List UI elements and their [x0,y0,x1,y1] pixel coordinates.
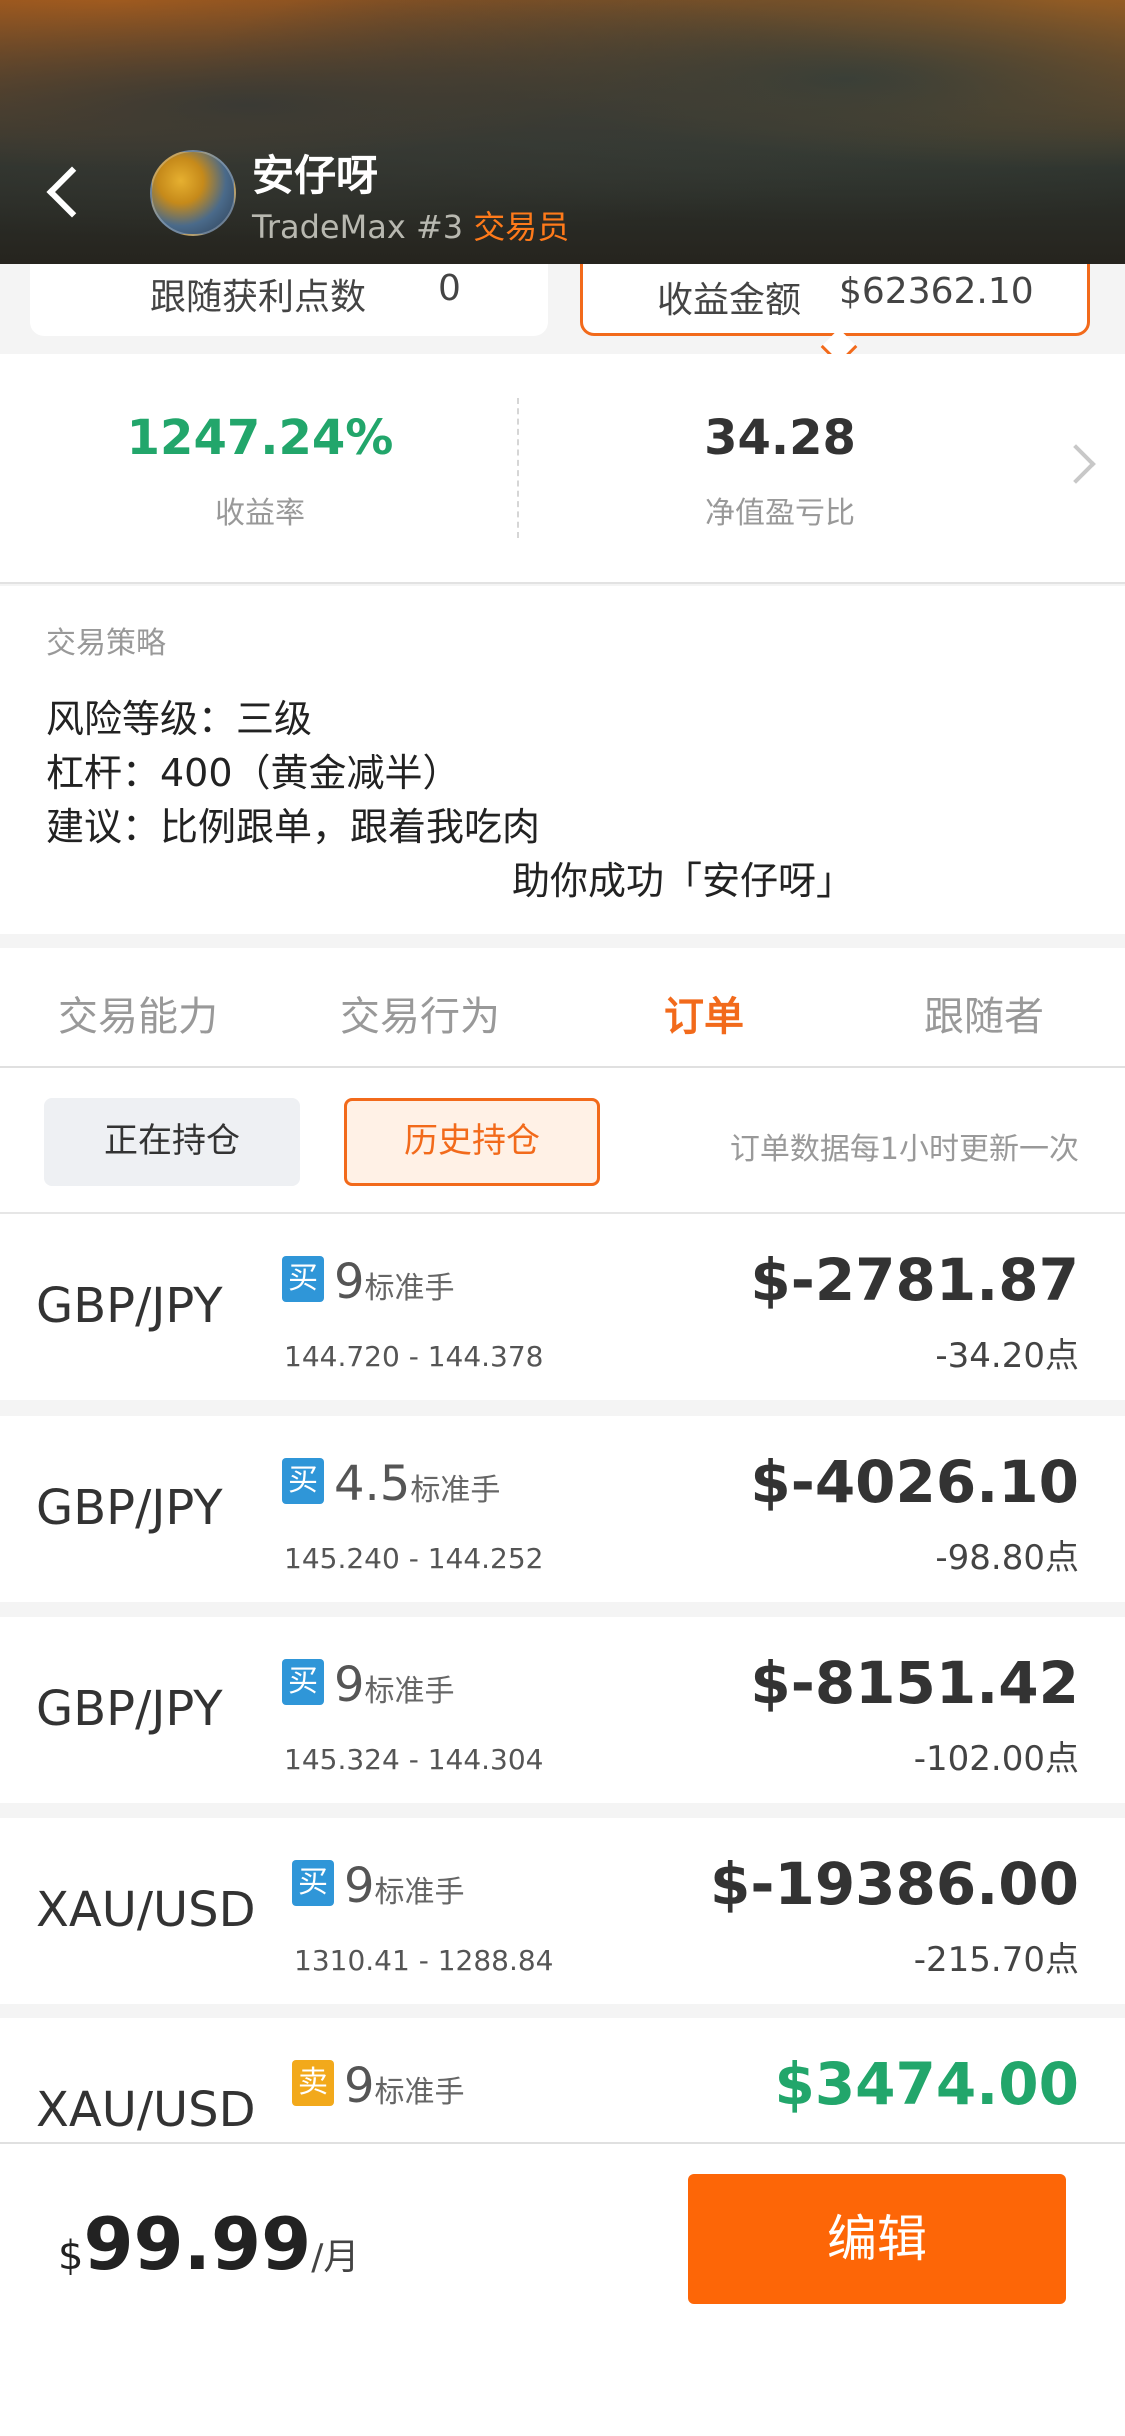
order-price-range: 145.324 - 144.304 [284,1743,544,1776]
order-pair: GBP/JPY [36,1480,223,1536]
strategy-title: 交易策略 [46,626,166,661]
order-filter-bar: 正在持仓 历史持仓 订单数据每1小时更新一次 [0,1068,1125,1214]
tab-trading-behavior[interactable]: 交易行为 [340,984,500,1042]
back-button[interactable] [40,158,98,228]
return-rate-value: 1247.24% [126,410,394,466]
stats-panel[interactable]: 1247.24% 收益率 34.28 净值盈亏比 [0,354,1125,584]
order-pnl: $-4026.10 [750,1448,1079,1516]
subscription-price: $99.99/月 [58,2202,359,2286]
trader-role: 交易员 [473,208,570,246]
tab-trading-ability[interactable]: 交易能力 [58,984,218,1042]
trader-name: 安仔呀 [252,151,379,200]
buy-badge: 买 [282,1256,324,1302]
chevron-right-icon[interactable] [1056,444,1096,484]
subscription-bar: $99.99/月 编辑 [0,2142,1125,2436]
order-points: -98.80点 [935,1538,1079,1578]
profit-amount-label: 收益金额 [657,280,802,321]
follow-points-value: 0 [438,268,461,309]
order-price-range: 1310.41 - 1288.84 [294,1944,554,1977]
order-lots: 9标准手 [334,1657,455,1713]
return-rate-stat: 1247.24% 收益率 [0,410,520,532]
equity-ratio-value: 34.28 [704,410,856,466]
buy-badge: 买 [282,1659,324,1705]
order-points: -102.00点 [913,1739,1079,1779]
order-lots: 9标准手 [344,1858,465,1914]
order-pair: GBP/JPY [36,1681,223,1737]
avatar[interactable] [150,150,236,236]
profile-header: 安仔呀 TradeMax #3 交易员 [0,0,1125,264]
follow-points-label: 跟随获利点数 [150,277,367,318]
order-pair: XAU/USD [36,1882,256,1938]
profit-amount-value: $62362.10 [839,271,1034,312]
update-note: 订单数据每1小时更新一次 [729,1132,1079,1167]
order-pnl: $-8151.42 [750,1649,1079,1717]
edit-button[interactable]: 编辑 [688,2174,1066,2304]
strategy-advice: 建议：比例跟单，跟着我吃肉 [46,805,541,849]
tab-orders[interactable]: 订单 [664,984,744,1042]
chevron-left-icon [46,166,98,218]
strategy-signature: 助你成功「安仔呀」 [512,859,855,903]
order-row[interactable]: XAU/USD 买 9标准手 1310.41 - 1288.84 $-19386… [0,1818,1125,2004]
history-positions-button[interactable]: 历史持仓 [344,1098,600,1186]
order-price-range: 145.240 - 144.252 [284,1542,544,1575]
order-lots: 4.5标准手 [334,1456,501,1512]
buy-badge: 买 [282,1458,324,1504]
order-price-range: 144.720 - 144.378 [284,1340,544,1373]
order-lots: 9标准手 [334,1254,455,1310]
price-amount: 99.99 [83,2202,312,2286]
price-period: /月 [311,2237,360,2278]
equity-ratio-label: 净值盈亏比 [705,496,855,531]
stat-divider [517,398,519,538]
strategy-leverage: 杠杆：400（黄金减半） [46,751,461,795]
order-points: -215.70点 [913,1940,1079,1980]
order-pnl: $-19386.00 [710,1850,1079,1918]
order-row[interactable]: GBP/JPY 买 4.5标准手 145.240 - 144.252 $-402… [0,1416,1125,1602]
strategy-section: 交易策略 风险等级：三级 杠杆：400（黄金减半） 建议：比例跟单，跟着我吃肉 … [0,586,1125,934]
order-pair: XAU/USD [36,2082,256,2138]
price-currency: $ [58,2233,84,2279]
order-row[interactable]: GBP/JPY 买 9标准手 144.720 - 144.378 $-2781.… [0,1214,1125,1400]
order-pair: GBP/JPY [36,1278,223,1334]
order-pnl: $3474.00 [774,2050,1079,2118]
strategy-risk-level: 风险等级：三级 [46,697,313,741]
return-rate-label: 收益率 [215,496,305,531]
trader-subtitle: TradeMax #3 交易员 [252,202,569,248]
sell-badge: 卖 [292,2060,334,2106]
tab-followers[interactable]: 跟随者 [924,984,1044,1042]
order-points: -34.20点 [935,1336,1079,1376]
buy-badge: 买 [292,1860,334,1906]
profile-tabs: 交易能力 交易行为 订单 跟随者 [0,948,1125,1068]
order-lots: 9标准手 [344,2058,465,2114]
platform-rank: TradeMax #3 [252,208,464,246]
summary-cards: 跟随获利点数 0 收益金额 $62362.10 [0,224,1125,366]
equity-ratio-stat: 34.28 净值盈亏比 [520,410,1040,532]
open-positions-button[interactable]: 正在持仓 [44,1098,300,1186]
order-row[interactable]: GBP/JPY 买 9标准手 145.324 - 144.304 $-8151.… [0,1617,1125,1803]
order-pnl: $-2781.87 [750,1246,1079,1314]
